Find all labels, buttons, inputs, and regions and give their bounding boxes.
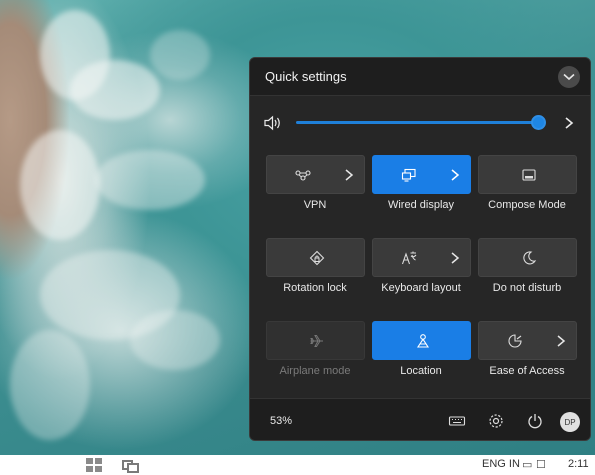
volume-slider-track[interactable] bbox=[296, 121, 539, 124]
chevron-down-icon bbox=[563, 73, 575, 81]
keyboard-icon[interactable] bbox=[448, 412, 466, 430]
tile-label-keyboard-layout: Keyboard layout bbox=[381, 282, 461, 294]
tile-label-location: Location bbox=[400, 365, 442, 377]
tile-label-rotation-lock: Rotation lock bbox=[283, 282, 347, 294]
tile-label-do-not-disturb: Do not disturb bbox=[492, 282, 562, 294]
keyboard-layout-icon bbox=[401, 251, 417, 264]
tile-wired-display[interactable] bbox=[372, 155, 471, 194]
audio-output-arrow-button[interactable] bbox=[563, 116, 575, 130]
tile-label-vpn: VPN bbox=[303, 199, 327, 211]
wired-display-arrow-icon[interactable] bbox=[450, 168, 460, 182]
tile-ease-of-access[interactable] bbox=[478, 321, 577, 360]
quick-settings-footer: 53% DP bbox=[250, 398, 590, 440]
rotation-lock-icon bbox=[309, 250, 324, 265]
compose-icon bbox=[521, 168, 536, 181]
tile-vpn[interactable] bbox=[266, 155, 365, 194]
display-icon bbox=[401, 168, 416, 182]
user-avatar[interactable]: DP bbox=[560, 412, 580, 432]
vpn-icon bbox=[295, 169, 311, 181]
taskbar: ENG IN ▭ ☐ 2:11 bbox=[0, 455, 595, 475]
collapse-button[interactable] bbox=[558, 66, 580, 88]
battery-percentage: 53% bbox=[270, 415, 293, 427]
network-tray-icon[interactable]: ☐ bbox=[536, 459, 546, 471]
tile-label-ease-of-access: Ease of Access bbox=[489, 365, 565, 377]
power-icon[interactable] bbox=[526, 412, 544, 430]
airplane-icon bbox=[309, 334, 323, 347]
tile-location[interactable] bbox=[372, 321, 471, 360]
task-view-icon[interactable] bbox=[122, 458, 139, 473]
tile-keyboard-layout[interactable] bbox=[372, 238, 471, 277]
tile-label-airplane-mode: Airplane mode bbox=[279, 365, 351, 377]
windows-start-icon[interactable] bbox=[86, 458, 102, 472]
location-icon bbox=[416, 333, 429, 348]
quick-settings-header: Quick settings bbox=[250, 58, 590, 96]
tile-label-wired-display: Wired display bbox=[387, 199, 455, 211]
vpn-arrow-icon[interactable] bbox=[344, 168, 354, 182]
language-indicator[interactable]: ENG IN bbox=[482, 458, 520, 470]
tile-compose-mode[interactable] bbox=[478, 155, 577, 194]
volume-icon[interactable] bbox=[264, 115, 282, 131]
quick-settings-title: Quick settings bbox=[265, 69, 347, 84]
clock-time[interactable]: 2:11 bbox=[568, 458, 589, 470]
tile-do-not-disturb[interactable] bbox=[478, 238, 577, 277]
gear-icon[interactable] bbox=[487, 412, 505, 430]
battery-tray-icon[interactable]: ▭ bbox=[522, 459, 532, 471]
tile-airplane-mode[interactable] bbox=[266, 321, 365, 360]
tile-label-compose-mode: Compose Mode bbox=[488, 199, 566, 211]
volume-slider-thumb[interactable] bbox=[531, 115, 546, 130]
moon-icon bbox=[522, 250, 536, 264]
quick-settings-panel: Quick settings VPN Wired display Compose… bbox=[249, 57, 591, 441]
keyboard-layout-arrow-icon[interactable] bbox=[450, 251, 460, 265]
tile-rotation-lock[interactable] bbox=[266, 238, 365, 277]
ease-of-access-arrow-icon[interactable] bbox=[556, 334, 566, 348]
accessibility-icon bbox=[508, 333, 522, 348]
